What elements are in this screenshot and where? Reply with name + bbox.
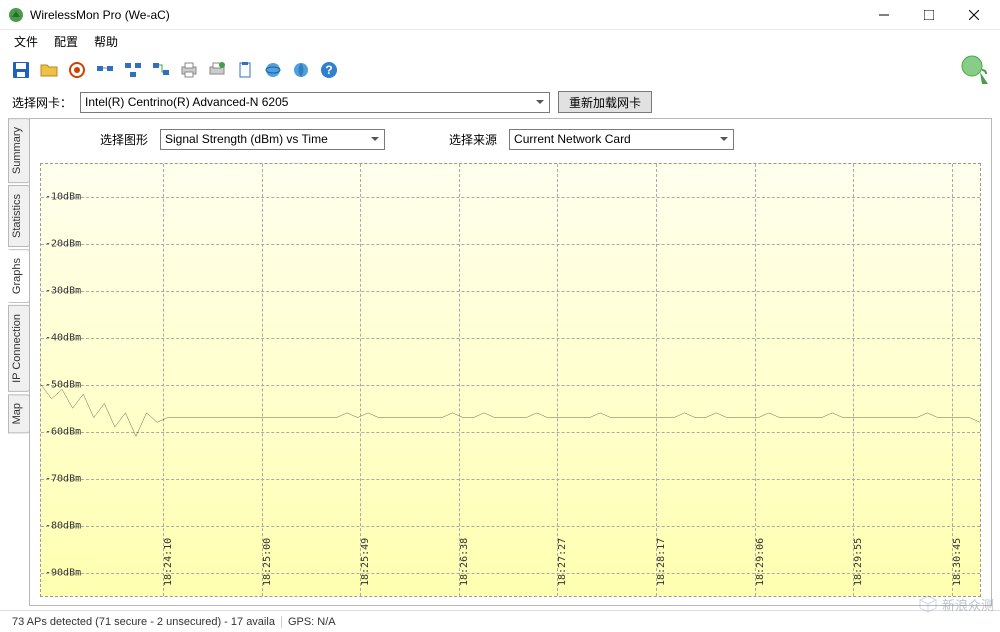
nic-row: 选择网卡： Intel(R) Centrino(R) Advanced-N 62… [0,88,1000,116]
globe1-icon[interactable] [260,57,286,83]
save-icon[interactable] [8,57,34,83]
print-icon[interactable] [176,57,202,83]
folder-icon[interactable] [36,57,62,83]
graph-controls: 选择图形 Signal Strength (dBm) vs Time 选择来源 … [30,119,991,159]
clipboard-icon[interactable] [232,57,258,83]
nic-value: Intel(R) Centrino(R) Advanced-N 6205 [85,95,288,109]
toolbar: ? [0,52,1000,88]
logo-icon [960,54,992,86]
print2-icon[interactable] [204,57,230,83]
help-icon[interactable]: ? [316,57,342,83]
statusbar: 73 APs detected (71 secure - 2 unsecured… [0,610,1000,632]
reload-nic-button[interactable]: 重新加载网卡 [558,91,652,113]
signal-chart: -10dBm-20dBm-30dBm-40dBm-50dBm-60dBm-70d… [40,163,981,597]
net3-icon[interactable] [148,57,174,83]
main-area: Summary Statistics Graphs IP Connection … [8,118,992,606]
status-aps: 73 APs detected (71 secure - 2 unsecured… [6,616,281,628]
select-source-value: Current Network Card [514,132,631,146]
select-graph-value: Signal Strength (dBm) vs Time [165,132,328,146]
target-icon[interactable] [64,57,90,83]
select-graph[interactable]: Signal Strength (dBm) vs Time [160,129,385,150]
minimize-button[interactable] [861,1,906,29]
select-graph-label: 选择图形 [100,131,148,148]
menu-help[interactable]: 帮助 [86,31,126,52]
select-source[interactable]: Current Network Card [509,129,734,150]
maximize-button[interactable] [906,1,951,29]
nic-select[interactable]: Intel(R) Centrino(R) Advanced-N 6205 [80,92,550,113]
titlebar: WirelessMon Pro (We-aC) [0,0,1000,30]
menu-file[interactable]: 文件 [6,31,46,52]
select-source-label: 选择来源 [449,131,497,148]
tab-map[interactable]: Map [8,394,30,433]
net2-icon[interactable] [120,57,146,83]
app-icon [8,7,24,23]
graph-panel: 选择图形 Signal Strength (dBm) vs Time 选择来源 … [29,118,992,606]
tab-ipconnection[interactable]: IP Connection [8,305,30,392]
globe2-icon[interactable] [288,57,314,83]
net1-icon[interactable] [92,57,118,83]
status-gps: GPS: N/A [281,616,342,628]
svg-text:?: ? [325,63,332,77]
tab-statistics[interactable]: Statistics [8,185,30,247]
window-title: WirelessMon Pro (We-aC) [30,8,861,22]
tab-summary[interactable]: Summary [8,118,30,183]
menu-config[interactable]: 配置 [46,31,86,52]
menubar: 文件 配置 帮助 [0,30,1000,52]
side-tabs: Summary Statistics Graphs IP Connection … [8,118,30,606]
tab-graphs[interactable]: Graphs [8,249,30,303]
close-button[interactable] [951,1,996,29]
nic-label: 选择网卡： [12,94,72,111]
